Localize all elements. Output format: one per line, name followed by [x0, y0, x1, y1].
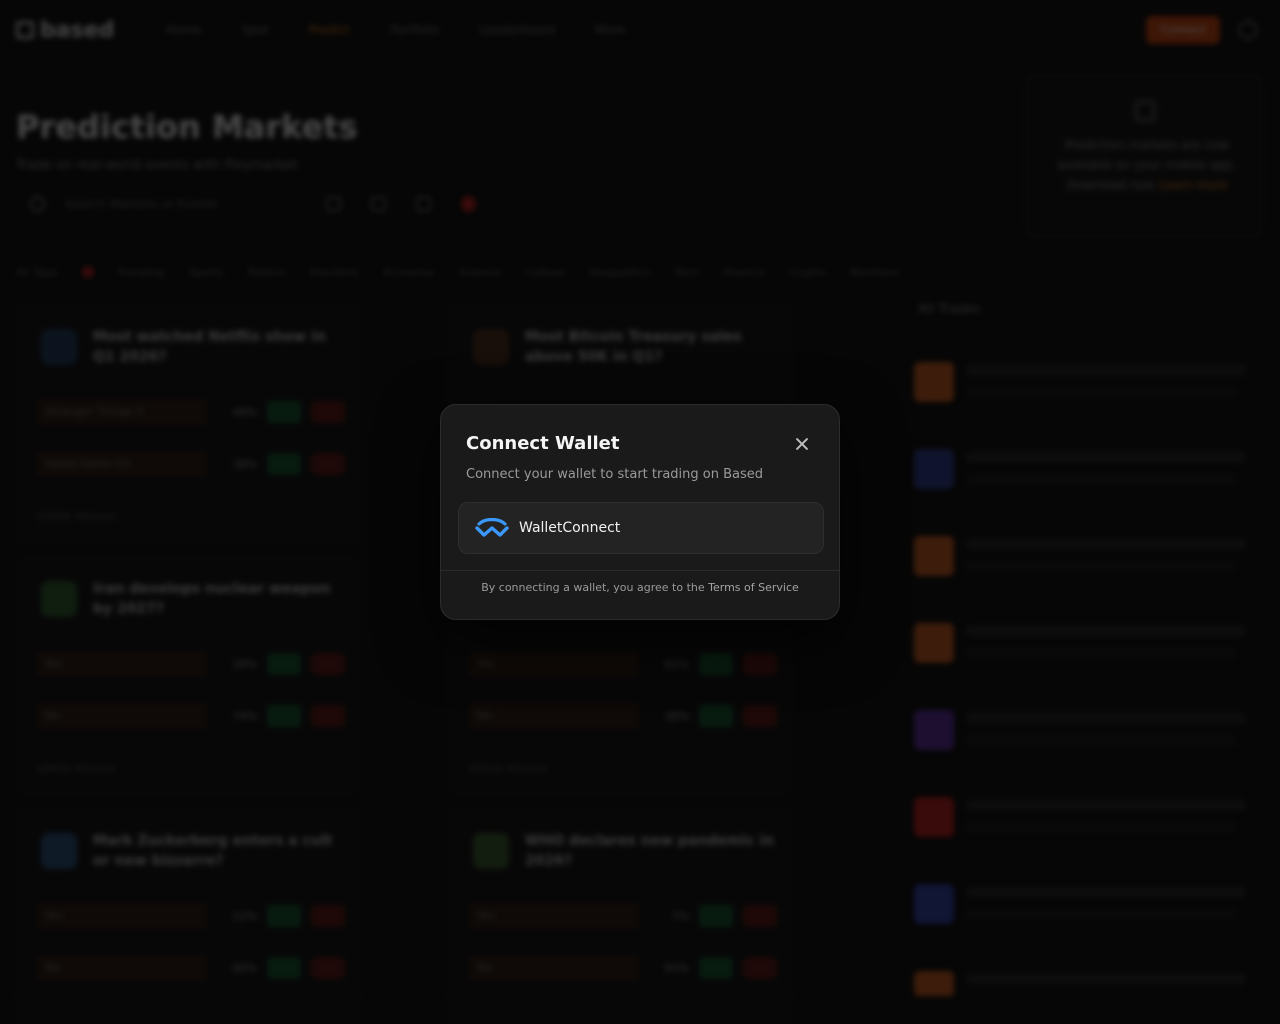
walletconnect-option-button[interactable]: WalletConnect [458, 502, 824, 554]
close-icon[interactable] [790, 432, 814, 456]
modal-divider [441, 570, 839, 571]
modal-subtitle: Connect your wallet to start trading on … [466, 467, 764, 482]
connect-wallet-modal: Connect Wallet Connect your wallet to st… [440, 404, 840, 620]
modal-title: Connect Wallet [466, 433, 620, 454]
terms-prefix: By connecting a wallet, you agree to the [481, 581, 709, 594]
walletconnect-icon [475, 518, 509, 537]
terms-of-service-link[interactable]: Terms of Service [708, 581, 799, 594]
terms-notice: By connecting a wallet, you agree to the… [441, 581, 839, 594]
wallet-option-label: WalletConnect [519, 520, 621, 536]
